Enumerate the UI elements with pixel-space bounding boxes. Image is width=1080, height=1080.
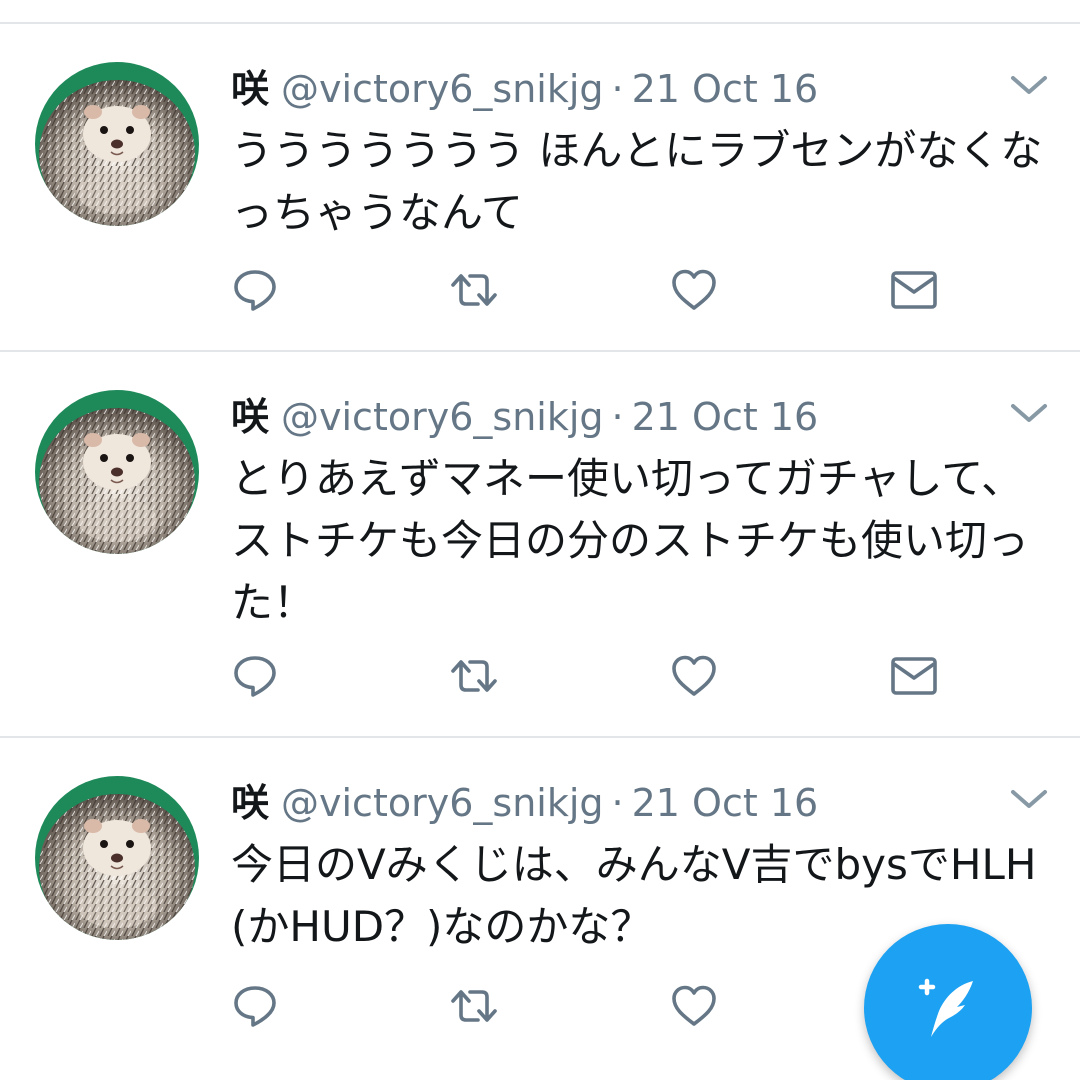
like-button[interactable] [664, 260, 724, 320]
tweet-actions [0, 646, 1080, 706]
retweet-arrows-icon [448, 266, 500, 314]
tweet-header: 咲 @victory6_snikjg · 21 Oct 16 [231, 390, 818, 444]
reply-button[interactable] [225, 976, 285, 1036]
avatar[interactable] [35, 390, 199, 554]
compose-quill-icon [918, 978, 973, 1037]
like-button[interactable] [664, 646, 724, 706]
chevron-down-icon[interactable] [1008, 70, 1050, 100]
tweet-header: 咲 @victory6_snikjg · 21 Oct 16 [231, 776, 818, 830]
retweet-arrows-icon [448, 982, 500, 1030]
reply-button[interactable] [225, 260, 285, 320]
tweet-actions [0, 260, 1080, 320]
retweet-button[interactable] [444, 260, 504, 320]
envelope-icon [890, 266, 938, 314]
display-name[interactable]: 咲 [231, 395, 269, 439]
reply-button[interactable] [225, 646, 285, 706]
separator-dot: · [611, 781, 624, 825]
heart-icon [670, 266, 718, 314]
speech-bubble-icon [231, 652, 279, 700]
direct-message-button[interactable] [884, 646, 944, 706]
avatar[interactable] [35, 62, 199, 226]
retweet-button[interactable] [444, 646, 504, 706]
tweet[interactable]: 咲 @victory6_snikjg · 21 Oct 16 とりあえずマネー使い切っ… [0, 352, 1080, 738]
tweet-date[interactable]: 21 Oct 16 [632, 67, 819, 111]
tweet[interactable]: 咲 @victory6_snikjg · 21 Oct 16 ううううううう ほんとに… [0, 24, 1080, 352]
heart-icon [670, 652, 718, 700]
display-name[interactable]: 咲 [231, 67, 269, 111]
display-name[interactable]: 咲 [231, 781, 269, 825]
timeline: 咲 @victory6_snikjg · 21 Oct 16 ううううううう ほんとに… [0, 0, 1080, 1080]
tweet-header: 咲 @victory6_snikjg · 21 Oct 16 [231, 62, 818, 116]
user-handle[interactable]: @victory6_snikjg [281, 67, 604, 111]
user-handle[interactable]: @victory6_snikjg [281, 781, 604, 825]
tweet-date[interactable]: 21 Oct 16 [632, 395, 819, 439]
chevron-down-icon[interactable] [1008, 398, 1050, 428]
separator-dot: · [611, 67, 624, 111]
chevron-down-icon[interactable] [1008, 784, 1050, 814]
tweet-text: ううううううう ほんとにラブセンがなくなっちゃうなんて [231, 126, 1043, 237]
user-handle[interactable]: @victory6_snikjg [281, 395, 604, 439]
retweet-button[interactable] [444, 976, 504, 1036]
tweet-text: とりあえずマネー使い切ってガチャして、ストチケも今日の分のストチケも使い切った！ [231, 454, 1030, 627]
avatar[interactable] [35, 776, 199, 940]
direct-message-button[interactable] [884, 260, 944, 320]
envelope-icon [890, 652, 938, 700]
like-button[interactable] [664, 976, 724, 1036]
speech-bubble-icon [231, 982, 279, 1030]
tweet-date[interactable]: 21 Oct 16 [632, 781, 819, 825]
compose-tweet-button[interactable] [864, 924, 1032, 1080]
heart-icon [670, 982, 718, 1030]
separator-dot: · [611, 395, 624, 439]
retweet-arrows-icon [448, 652, 500, 700]
speech-bubble-icon [231, 266, 279, 314]
